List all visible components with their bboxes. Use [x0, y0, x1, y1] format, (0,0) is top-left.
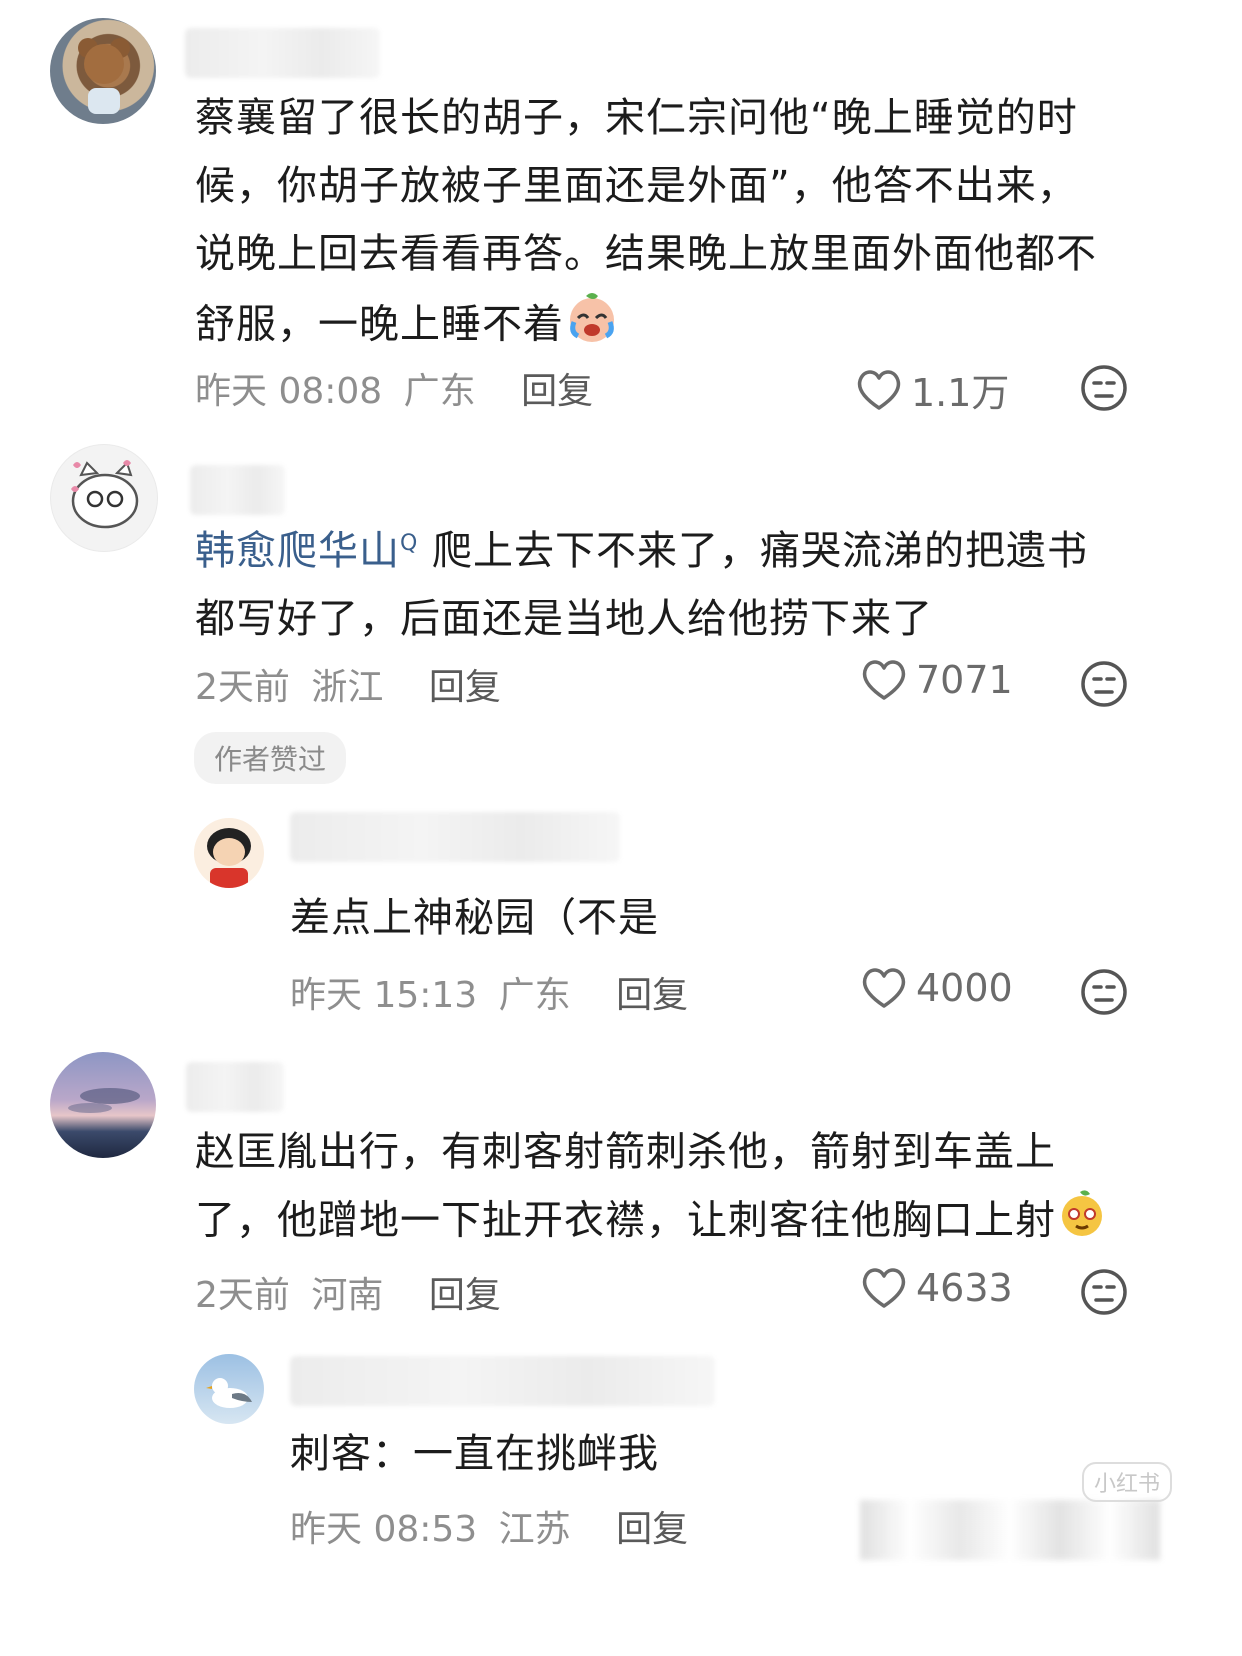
dislike-button[interactable]: [1080, 364, 1128, 416]
timestamp: 昨天 15:13: [290, 975, 478, 1016]
neutral-face-icon: [1081, 969, 1127, 1015]
like-count: 4633: [916, 1266, 1013, 1310]
seagull-avatar-icon: [206, 1378, 252, 1408]
reply-button[interactable]: 回复: [521, 371, 593, 412]
crying-emoji-icon: [564, 288, 620, 365]
dislike-button[interactable]: [1080, 660, 1128, 712]
reply-button[interactable]: 回复: [429, 1275, 501, 1316]
location: 广东: [403, 371, 476, 412]
username-blurred[interactable]: [290, 812, 620, 862]
sky-landscape-avatar-icon: [68, 1088, 140, 1113]
like-button[interactable]: 1.1万: [855, 362, 1009, 417]
location: 河南: [311, 1275, 384, 1316]
comment-text: 刺客：一直在挑衅我: [290, 1431, 659, 1477]
heart-icon: [862, 1268, 906, 1308]
username-blurred[interactable]: [190, 465, 285, 515]
timestamp: 2天前: [195, 667, 290, 708]
comment-text: 韩愈爬华山Q 爬上去下不来了，痛哭流涕的把遗书 都写好了，后面还是当地人给他捞下…: [195, 528, 1089, 642]
location: 浙江: [311, 667, 384, 708]
username-blurred[interactable]: [186, 1062, 284, 1112]
like-button[interactable]: 4000: [860, 966, 1013, 1010]
topic-tag-link[interactable]: 韩愈爬华山Q: [195, 528, 418, 574]
like-count: 4000: [916, 966, 1013, 1010]
comment-meta: 昨天 15:13 广东 回复: [290, 966, 688, 1018]
avatar[interactable]: [194, 818, 264, 888]
bottom-watermark-blur: [860, 1500, 1160, 1560]
dislike-button[interactable]: [1080, 1268, 1128, 1320]
teddy-bear-avatar-icon: [78, 38, 130, 114]
smirk-emoji-icon: [1056, 1186, 1108, 1259]
timestamp: 2天前: [195, 1275, 290, 1316]
username-blurred[interactable]: [290, 1356, 715, 1406]
like-count: 1.1万: [911, 371, 1010, 415]
heart-icon: [862, 660, 906, 700]
comment-meta: 2天前 浙江 回复: [195, 658, 501, 710]
comment-meta: 昨天 08:08 广东 回复: [195, 362, 593, 414]
timestamp: 昨天 08:53: [290, 1509, 478, 1550]
comment-meta: 2天前 河南 回复: [195, 1266, 501, 1318]
avatar[interactable]: [50, 1052, 156, 1158]
like-count: 7071: [916, 658, 1013, 702]
comment-text: 差点上神秘园（不是: [290, 895, 659, 941]
comment-text: 赵匡胤出行，有刺客射箭刺杀他，箭射到车盖上 了，他蹭地一下扯开衣襟，让刺客往他胸…: [195, 1118, 1108, 1259]
heart-icon: [862, 968, 906, 1008]
username-blurred[interactable]: [185, 28, 380, 78]
search-icon: Q: [400, 531, 419, 556]
neutral-face-icon: [1081, 661, 1127, 707]
avatar[interactable]: [50, 444, 158, 552]
reply-button[interactable]: 回复: [616, 975, 688, 1016]
heart-icon: [857, 369, 901, 410]
watermark: 小红书: [1082, 1462, 1173, 1502]
reply-button[interactable]: 回复: [429, 667, 501, 708]
neutral-face-icon: [1081, 1269, 1127, 1315]
like-button[interactable]: 7071: [860, 658, 1013, 702]
avatar[interactable]: [194, 1354, 264, 1424]
like-button[interactable]: 4633: [860, 1266, 1013, 1310]
neutral-face-icon: [1081, 365, 1127, 411]
location: 广东: [498, 975, 571, 1016]
cartoon-cat-avatar-icon: [71, 460, 139, 529]
reply-button[interactable]: 回复: [616, 1509, 688, 1550]
timestamp: 昨天 08:08: [195, 371, 383, 412]
dislike-button[interactable]: [1080, 968, 1128, 1020]
avatar[interactable]: [50, 18, 156, 124]
location: 江苏: [498, 1509, 571, 1550]
comment-text: 蔡襄留了很长的胡子，宋仁宗问他“晚上睡觉的时 候，你胡子放被子里面还是外面”，他…: [195, 84, 1097, 365]
cartoon-boy-avatar-icon: [207, 828, 251, 888]
comment-meta: 昨天 08:53 江苏 回复: [290, 1500, 688, 1552]
author-liked-badge: 作者赞过: [194, 732, 347, 784]
